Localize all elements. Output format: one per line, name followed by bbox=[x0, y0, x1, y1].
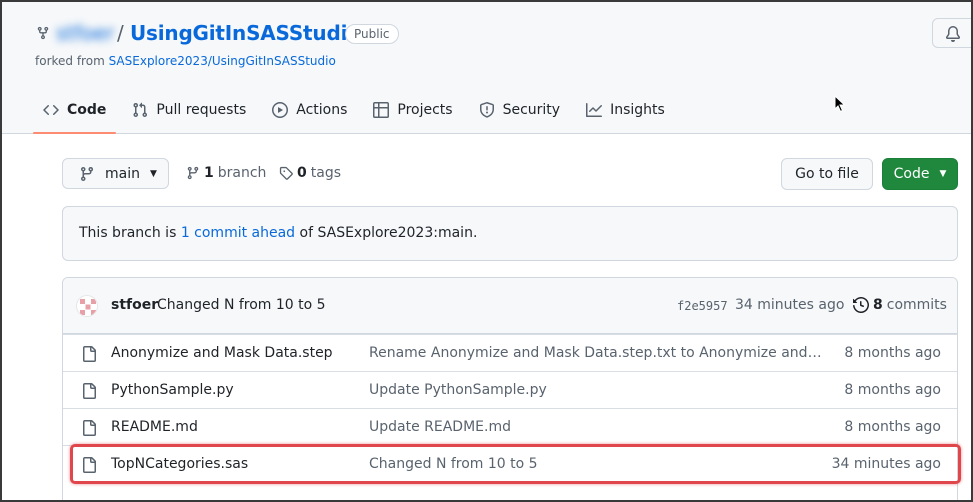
forked-source-link[interactable]: SASExplore2023/UsingGitInSASStudio bbox=[109, 54, 336, 68]
history-icon bbox=[853, 297, 869, 313]
branches-link[interactable]: 1 branch bbox=[186, 165, 266, 181]
file-commit-time: 8 months ago bbox=[844, 382, 941, 398]
forked-from-line: forked from SASExplore2023/UsingGitInSAS… bbox=[35, 53, 336, 69]
visibility-badge: Public bbox=[345, 24, 399, 44]
file-icon bbox=[83, 420, 96, 436]
chevron-down-icon: ▼ bbox=[149, 168, 157, 179]
graph-icon bbox=[586, 103, 603, 117]
mouse-cursor-icon bbox=[834, 95, 846, 113]
notifications-button[interactable] bbox=[932, 18, 973, 48]
commit-count: 8 bbox=[873, 297, 883, 313]
branch-name: main bbox=[105, 165, 140, 182]
commit-sha-link[interactable]: f2e5957 bbox=[677, 299, 728, 313]
code-icon bbox=[43, 104, 59, 116]
path-separator: / bbox=[117, 21, 124, 45]
tab-code[interactable]: Code bbox=[33, 92, 117, 134]
shield-icon bbox=[479, 102, 494, 118]
file-icon bbox=[83, 346, 96, 362]
file-row[interactable]: Anonymize and Mask Data.step Rename Anon… bbox=[63, 334, 957, 371]
tab-projects[interactable]: Projects bbox=[363, 92, 462, 128]
file-name-link[interactable]: PythonSample.py bbox=[111, 382, 234, 398]
file-commit-time: 8 months ago bbox=[844, 419, 941, 435]
tab-insights-label: Insights bbox=[610, 102, 665, 118]
file-row[interactable]: README.md Update README.md 8 months ago bbox=[63, 408, 957, 445]
git-branch-icon bbox=[187, 166, 199, 180]
tag-icon bbox=[279, 166, 293, 180]
forked-from-label: forked from bbox=[35, 54, 105, 68]
file-row[interactable]: PythonSample.py Update PythonSample.py 8… bbox=[63, 371, 957, 408]
go-to-file-button[interactable]: Go to file bbox=[781, 158, 873, 190]
repo-header: stfoer / UsingGitInSASStudio Public fork… bbox=[0, 0, 973, 134]
branch-count-label: branch bbox=[217, 165, 267, 181]
file-commit-message-link[interactable]: Update README.md bbox=[369, 419, 825, 435]
file-commit-time: 8 months ago bbox=[844, 345, 941, 361]
avatar[interactable] bbox=[76, 295, 98, 317]
tab-actions-label: Actions bbox=[296, 102, 348, 118]
commit-message-link[interactable]: Changed N from 10 to 5 bbox=[157, 297, 326, 313]
commits-ahead-link[interactable]: 1 commit ahead bbox=[181, 225, 295, 241]
pull-request-icon bbox=[133, 102, 148, 118]
banner-suffix: of SASExplore2023:main. bbox=[299, 225, 478, 241]
code-button-label: Code bbox=[893, 166, 930, 182]
banner-prefix: This branch is bbox=[79, 225, 177, 241]
tab-pull-requests[interactable]: Pull requests bbox=[122, 92, 256, 128]
commits-history-link[interactable]: 8 commits bbox=[853, 297, 947, 313]
branch-status-banner: This branch is 1 commit ahead of SASExpl… bbox=[62, 206, 958, 261]
git-branch-icon bbox=[80, 166, 93, 181]
file-icon bbox=[83, 383, 96, 399]
bell-icon bbox=[945, 26, 960, 42]
tags-link[interactable]: 0 tags bbox=[279, 165, 341, 181]
tab-code-label: Code bbox=[67, 102, 107, 118]
play-icon bbox=[272, 102, 289, 118]
latest-commit-row: stfoer Changed N from 10 to 5 f2e5957 34… bbox=[63, 278, 957, 334]
tab-security-label: Security bbox=[502, 102, 561, 118]
branch-count: 1 bbox=[204, 165, 214, 181]
commit-time: 34 minutes ago bbox=[735, 297, 845, 313]
tag-count: 0 bbox=[297, 165, 307, 181]
chevron-down-icon: ▼ bbox=[939, 169, 947, 179]
code-dropdown-button[interactable]: Code ▼ bbox=[882, 158, 958, 190]
branch-selector-button[interactable]: main ▼ bbox=[62, 158, 169, 189]
tab-security[interactable]: Security bbox=[469, 92, 571, 128]
table-icon bbox=[373, 102, 390, 118]
highlight-annotation-box bbox=[70, 444, 961, 484]
tag-count-label: tags bbox=[310, 165, 341, 181]
file-commit-message-link[interactable]: Rename Anonymize and Mask Data.step.txt … bbox=[369, 345, 825, 361]
file-commit-message-link[interactable]: Update PythonSample.py bbox=[369, 382, 825, 398]
repo-owner-link[interactable]: stfoer bbox=[56, 20, 114, 46]
commit-author-link[interactable]: stfoer bbox=[111, 297, 158, 313]
tab-projects-label: Projects bbox=[397, 102, 453, 118]
tab-pull-requests-label: Pull requests bbox=[156, 102, 247, 118]
repo-name-link[interactable]: UsingGitInSASStudio bbox=[130, 20, 361, 46]
tab-insights[interactable]: Insights bbox=[576, 92, 675, 128]
repo-tabs: Code Pull requests Actions Projects Secu… bbox=[33, 92, 681, 134]
file-name-link[interactable]: Anonymize and Mask Data.step bbox=[111, 345, 333, 361]
file-name-link[interactable]: README.md bbox=[111, 419, 198, 435]
tab-actions[interactable]: Actions bbox=[262, 92, 357, 128]
commit-count-label: commits bbox=[886, 297, 947, 313]
repo-forked-icon bbox=[36, 26, 50, 40]
